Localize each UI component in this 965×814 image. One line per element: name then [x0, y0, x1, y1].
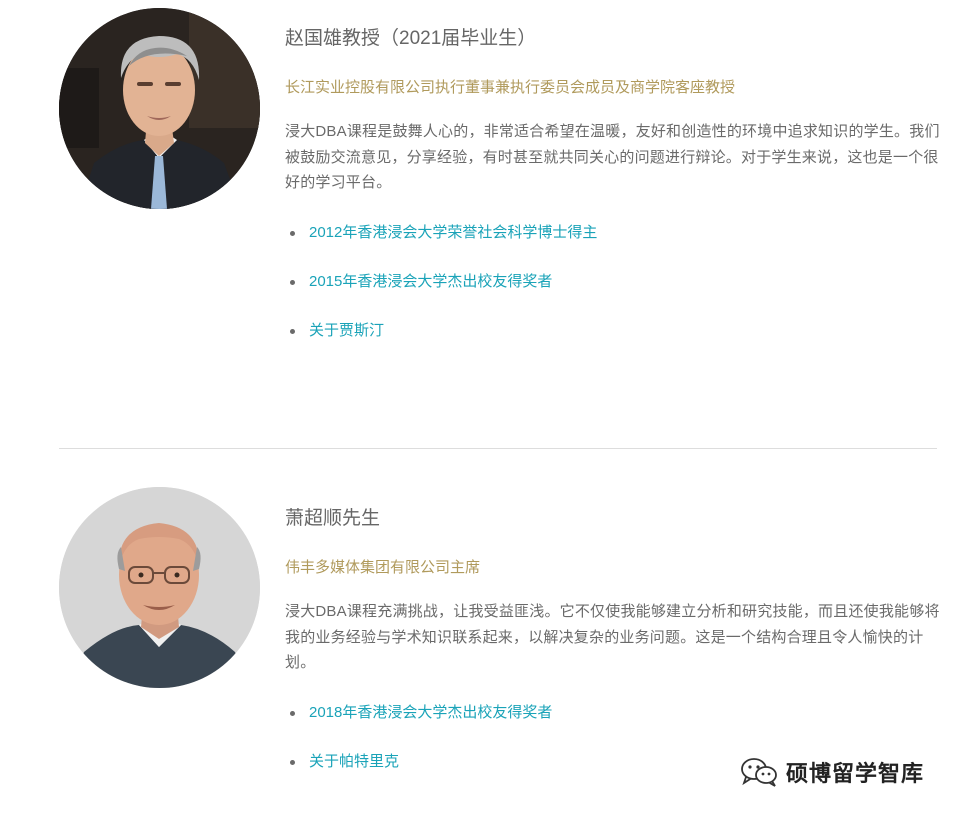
bullet-icon	[290, 230, 295, 236]
list-item: 关于贾斯汀	[285, 320, 940, 342]
profile-title: 长江实业控股有限公司执行董事兼执行委员会成员及商学院客座教授	[285, 79, 736, 96]
testimonials-page: 赵国雄教授（2021届毕业生） 长江实业控股有限公司执行董事兼执行委员会成员及商…	[0, 0, 965, 814]
profile-quote: 浸大DBA课程充满挑战，让我受益匪浅。它不仅使我能够建立分析和研究技能，而且还使…	[285, 603, 940, 671]
list-item: 2012年香港浸会大学荣誉社会科学博士得主	[285, 222, 940, 244]
profile-links: 2012年香港浸会大学荣誉社会科学博士得主 2015年香港浸会大学杰出校友得奖者…	[285, 222, 940, 342]
watermark-text: 硕博留学智库	[786, 761, 925, 786]
portrait-photo	[59, 487, 260, 688]
bullet-icon	[290, 710, 295, 716]
link-about-profile[interactable]: 关于帕特里克	[309, 753, 399, 770]
link-honorary-doctorate[interactable]: 2012年香港浸会大学荣誉社会科学博士得主	[309, 224, 597, 241]
profile-name: 萧超顺先生	[285, 508, 381, 529]
link-about-profile[interactable]: 关于贾斯汀	[309, 322, 384, 339]
wechat-icon	[741, 758, 777, 787]
avatar	[59, 8, 260, 209]
profile-content: 萧超顺先生 伟丰多媒体集团有限公司主席 浸大DBA课程充满挑战，让我受益匪浅。它…	[285, 505, 940, 773]
bullet-icon	[290, 759, 295, 765]
profile-title: 伟丰多媒体集团有限公司主席	[285, 559, 481, 576]
list-item: 2018年香港浸会大学杰出校友得奖者	[285, 702, 940, 724]
list-item: 2015年香港浸会大学杰出校友得奖者	[285, 271, 940, 293]
avatar	[59, 487, 260, 688]
bullet-icon	[290, 279, 295, 285]
profile-quote: 浸大DBA课程是鼓舞人心的，非常适合希望在温暖，友好和创造性的环境中追求知识的学…	[285, 123, 940, 191]
bullet-icon	[290, 328, 295, 334]
divider	[59, 448, 937, 449]
profile-name: 赵国雄教授（2021届毕业生）	[285, 28, 537, 49]
portrait-photo	[59, 8, 260, 209]
watermark: 硕博留学智库	[740, 752, 924, 792]
profile-content: 赵国雄教授（2021届毕业生） 长江实业控股有限公司执行董事兼执行委员会成员及商…	[285, 25, 940, 342]
link-alumni-award[interactable]: 2018年香港浸会大学杰出校友得奖者	[309, 704, 552, 721]
link-alumni-award[interactable]: 2015年香港浸会大学杰出校友得奖者	[309, 273, 552, 290]
